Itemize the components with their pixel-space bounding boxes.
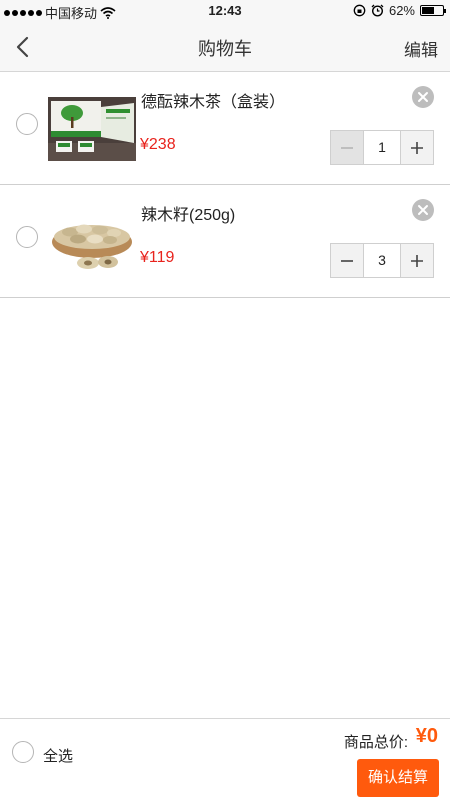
minus-icon — [341, 146, 353, 149]
status-bar: 中国移动 12:43 62% — [0, 0, 450, 22]
battery-icon — [420, 5, 446, 16]
battery-percent: 62% — [388, 3, 415, 18]
item-price: ¥238 — [140, 136, 176, 153]
page-title: 购物车 — [198, 39, 252, 59]
remove-item-button[interactable] — [412, 199, 434, 221]
plus-icon — [411, 254, 423, 267]
item-name: 辣木籽(250g) — [141, 207, 236, 224]
increase-quantity-button[interactable] — [401, 244, 433, 277]
close-icon — [418, 92, 428, 102]
minus-icon — [341, 259, 353, 262]
item-select-radio[interactable] — [16, 226, 38, 248]
decrease-quantity-button[interactable] — [331, 244, 363, 277]
alarm-icon — [371, 4, 384, 17]
nav-bar: 购物车 编辑 — [0, 22, 450, 72]
quantity-value[interactable]: 1 — [363, 131, 401, 164]
edit-button[interactable]: 编辑 — [404, 36, 438, 61]
plus-icon — [411, 141, 423, 154]
status-right: 62% — [353, 3, 446, 18]
item-select-radio[interactable] — [16, 113, 38, 135]
select-all-radio[interactable] — [12, 741, 34, 763]
checkout-button[interactable]: 确认结算 — [357, 759, 439, 797]
cart-item: 德酝辣木茶（盒装） ¥238 1 — [0, 72, 450, 185]
total-price-label: 商品总价: — [343, 734, 408, 751]
quantity-value[interactable]: 3 — [363, 244, 401, 277]
total-price-value: ¥0 — [415, 725, 438, 747]
select-all-label[interactable]: 全选 — [43, 745, 73, 766]
battery-fill — [422, 7, 435, 14]
decrease-quantity-button[interactable] — [331, 131, 363, 164]
product-thumbnail-seeds — [48, 210, 136, 274]
cart-item: 辣木籽(250g) ¥119 3 — [0, 185, 450, 298]
remove-item-button[interactable] — [412, 86, 434, 108]
rotation-lock-icon — [353, 4, 366, 17]
increase-quantity-button[interactable] — [401, 131, 433, 164]
quantity-stepper: 3 — [330, 243, 434, 278]
product-thumbnail-tea-box — [48, 97, 136, 161]
close-icon — [418, 205, 428, 215]
item-name: 德酝辣木茶（盒装） — [141, 94, 286, 111]
item-price: ¥119 — [140, 249, 175, 266]
checkout-bar: 全选 商品总价: ¥0 确认结算 — [0, 718, 450, 800]
quantity-stepper: 1 — [330, 130, 434, 165]
